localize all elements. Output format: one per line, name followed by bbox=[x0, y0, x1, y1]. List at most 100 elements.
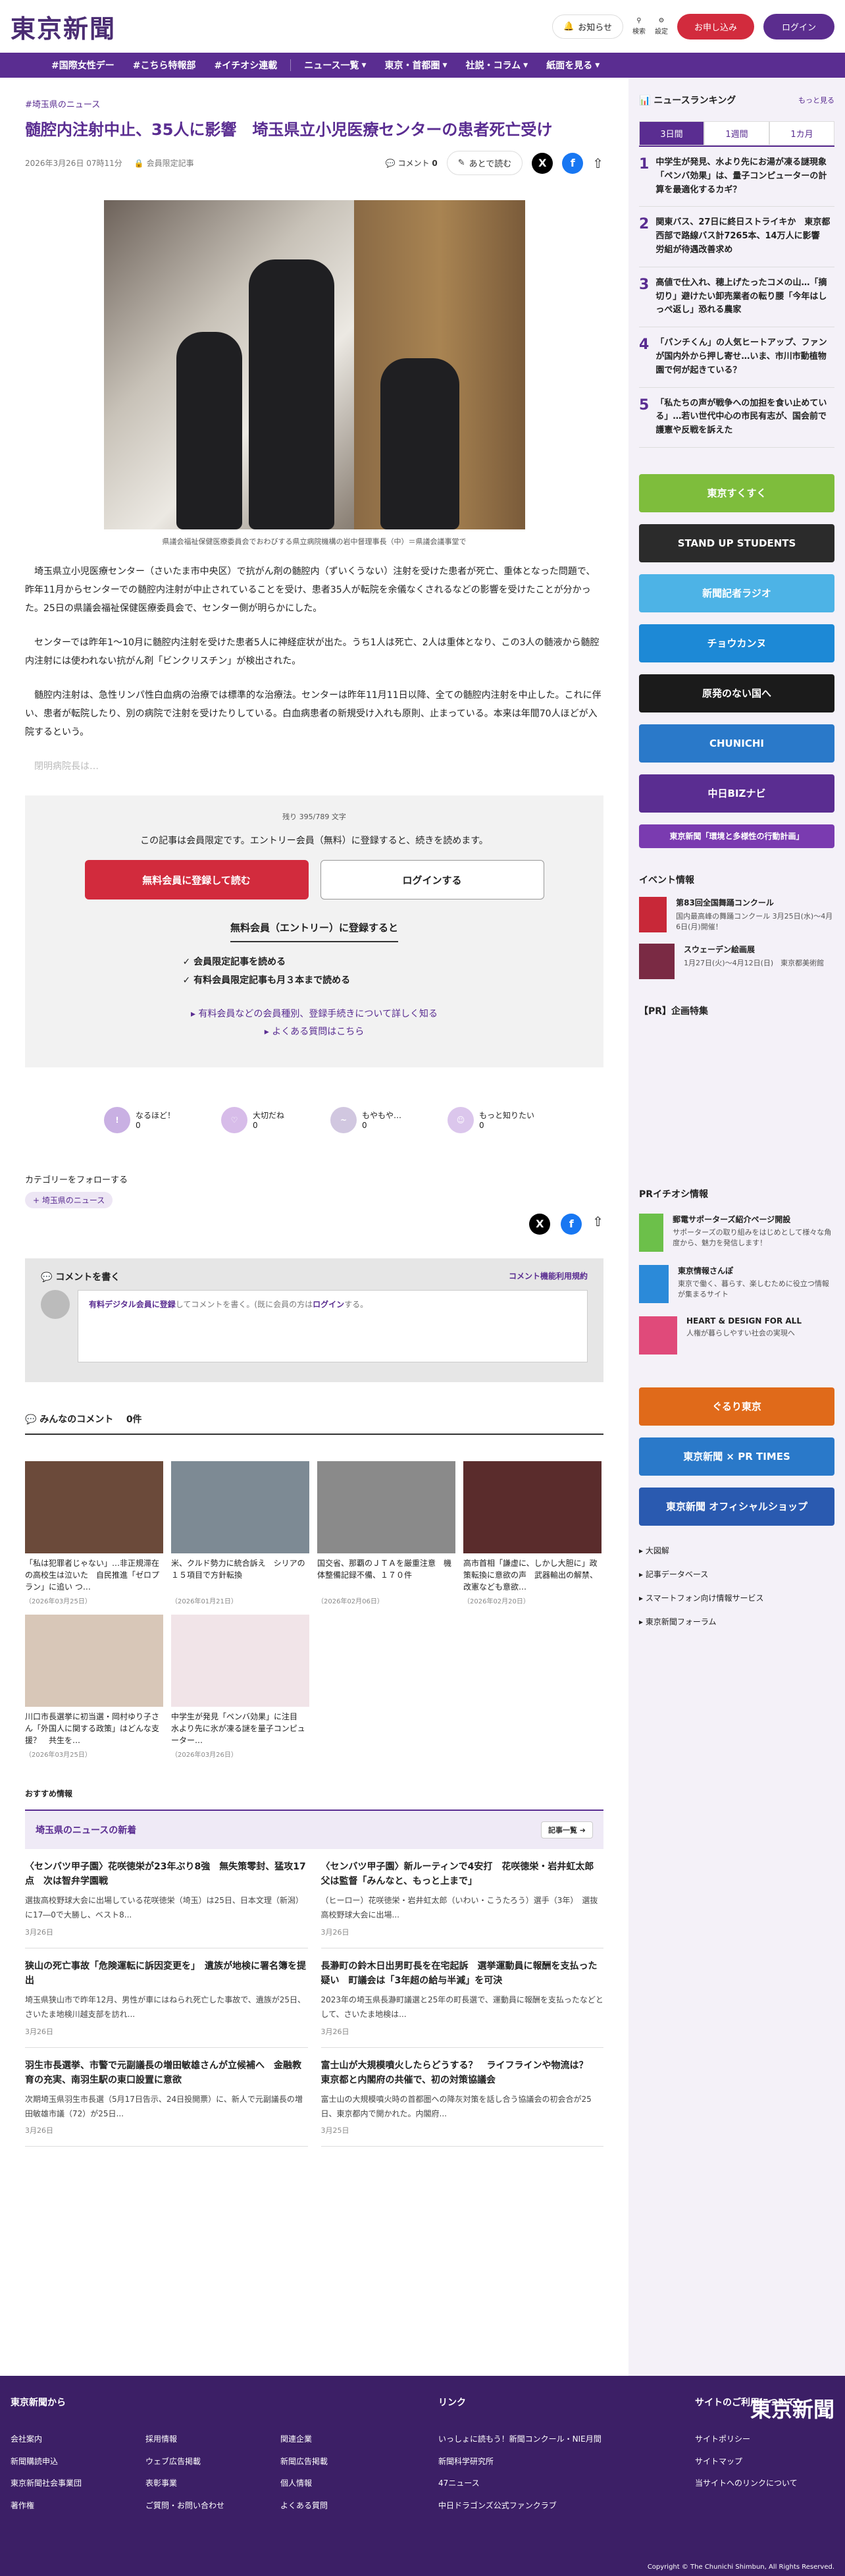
tab-3days[interactable]: 3日間 bbox=[639, 121, 704, 146]
nav-item-special-report[interactable]: #こちら特報部 bbox=[125, 59, 204, 72]
share-icon[interactable]: ⇧ bbox=[592, 155, 603, 171]
sidebar-link-label: スマートフォン向け情報サービス bbox=[645, 1593, 764, 1603]
footer-link[interactable]: 中日ドラゴンズ公式ファンクラブ bbox=[438, 2495, 695, 2517]
nav-item-womens-day[interactable]: #国際女性デー bbox=[43, 59, 122, 72]
footer-link[interactable]: いっしょに読もう！新聞コンクール・NIE月間 bbox=[438, 2428, 695, 2451]
footer-link[interactable]: 47ニュース bbox=[438, 2473, 695, 2495]
pr-item[interactable]: 郵電サポーターズ紹介ページ開設 サポーターズの取り組みをはじめとして様々な角度から… bbox=[639, 1213, 834, 1252]
footer-link[interactable]: 関連企業 bbox=[280, 2428, 415, 2451]
footer-logo[interactable]: 東京新聞 bbox=[750, 2393, 834, 2423]
ranking-item[interactable]: 3 高値で仕入れ、穂上げたったコメの山…「摘切り」避けたい卸売業者の転り腰「今年は… bbox=[639, 267, 834, 328]
thumbnail-card[interactable]: 国交省、那覇のＪＴＡを厳重注意 機体整備記録不備、１７０件 （2026年02月06… bbox=[317, 1461, 455, 1605]
faq-link[interactable]: ▸ よくある質問はこちら bbox=[83, 1023, 546, 1041]
banner-pr-times[interactable]: 東京新聞 × PR TIMES bbox=[639, 1437, 834, 1476]
reaction-taisetsu[interactable]: ♡ 大切だね 0 bbox=[221, 1106, 284, 1133]
membership-info-link[interactable]: ▸ 有料会員などの会員種別、登録手続きについて詳しく知る bbox=[83, 1006, 546, 1023]
footer-link[interactable]: 著作権 bbox=[11, 2495, 145, 2517]
facebook-share-icon[interactable]: f bbox=[562, 152, 584, 174]
breadcrumb[interactable]: #埼玉県のニュース bbox=[25, 97, 603, 110]
follow-tag[interactable]: + 埼玉県のニュース bbox=[25, 1191, 113, 1208]
banner-gururi[interactable]: ぐるり東京 bbox=[639, 1387, 834, 1426]
comment-rules-link[interactable]: コメント機能利用規約 bbox=[509, 1270, 588, 1283]
login-button[interactable]: ログイン bbox=[763, 13, 834, 40]
nav-item-editorial[interactable]: 社説・コラム ▾ bbox=[458, 59, 536, 72]
nav-item-tokyo[interactable]: 東京・首都圏 ▾ bbox=[377, 59, 455, 72]
article-list-button[interactable]: 記事一覧 ➜ bbox=[540, 1821, 593, 1838]
notice-button[interactable]: 🔔 お知らせ bbox=[552, 14, 623, 39]
news-item[interactable]: 富士山が大規模噴火したらどうする？ ライフラインや物流は？ 東京都と内閣府の共催… bbox=[320, 2048, 603, 2147]
sidebar-link[interactable]: ▸ スマートフォン向け情報サービス bbox=[639, 1586, 834, 1610]
banner-stand-up[interactable]: STAND UP STUDENTS bbox=[639, 523, 834, 562]
ranking-item[interactable]: 4 「パンチくん」の人気ヒートアップ、ファンが国内外から押し寄せ…いま、市川市動植… bbox=[639, 327, 834, 388]
comment-link[interactable]: 💬 コメント 0 bbox=[386, 157, 438, 169]
thumbnail-card[interactable]: 米、クルド勢力に統合訴え シリアの１５項目で方針転換 （2026年01月21日） bbox=[171, 1461, 309, 1605]
settings-button[interactable]: ⚙ 設定 bbox=[655, 17, 668, 36]
news-item[interactable]: 羽生市長選挙、市警で元副議長の増田敏雄さんが立候補へ 金融教育の充実、南羽生駅の… bbox=[25, 2048, 308, 2147]
footer-link[interactable]: 新聞科学研究所 bbox=[438, 2451, 695, 2473]
thumbnail-card[interactable]: 「私は犯罪者じゃない」…非正規滞在の高校生は泣いた 自民推進「ゼロプラン」に追い… bbox=[25, 1461, 163, 1605]
thumbnail-card[interactable]: 高市首相「謙虚に、しかし大胆に」政策転換に意欲の声 武器輸出の解禁、改憲なども意… bbox=[463, 1461, 602, 1605]
paywall: 残り 395/789 文字 この記事は会員限定です。エントリー会員（無料）に登録… bbox=[25, 795, 603, 1067]
banner-chokanne[interactable]: チョウカンヌ bbox=[639, 624, 834, 662]
footer-link[interactable]: ご質問・お問い合わせ bbox=[145, 2495, 280, 2517]
register-button[interactable]: 無料会員に登録して読む bbox=[84, 860, 309, 900]
footer-link[interactable]: よくある質問 bbox=[280, 2495, 415, 2517]
read-later-button[interactable]: ✎ あとで読む bbox=[446, 151, 523, 176]
news-item[interactable]: 〈センバツ甲子園〉新ルーティンで4安打 花咲徳栄・岩井虹太郎 父は監督「みんなと… bbox=[320, 1849, 603, 1948]
thumbnail-card[interactable]: 川口市長選挙に初当選・岡村ゆり子さん「外国人に関する政策」はどんな支援？ 共生を… bbox=[25, 1614, 163, 1759]
paywall-login-button[interactable]: ログインする bbox=[320, 860, 544, 900]
footer-link[interactable]: 新聞購読申込 bbox=[11, 2451, 145, 2473]
search-button[interactable]: ⚲ 検索 bbox=[632, 17, 646, 36]
comment-textarea[interactable]: 有料デジタル会員に登録してコメントを書く。(既に会員の方はログインする。 bbox=[78, 1289, 588, 1362]
footer-link[interactable]: 個人情報 bbox=[280, 2473, 415, 2495]
news-item[interactable]: 〈センバツ甲子園〉花咲徳栄が23年ぶり8強 無失策零封、猛攻17点 次は智弁学園… bbox=[25, 1849, 308, 1948]
apply-button[interactable]: お申し込み bbox=[677, 13, 754, 40]
sidebar-link[interactable]: ▸ 東京新聞フォーラム bbox=[639, 1610, 834, 1634]
tab-1week[interactable]: 1週間 bbox=[704, 121, 769, 146]
thumbnail-card[interactable]: 中学生が発見「ペンバ効果」に注目 水より先に氷が凍る謎を量子コンピューター… （2… bbox=[171, 1614, 309, 1759]
share-icon[interactable]: ⇧ bbox=[592, 1214, 603, 1235]
event-item[interactable]: スウェーデン絵画展 1月27日(火)〜4月12日(日) 東京都美術館 bbox=[639, 943, 834, 979]
footer-link[interactable]: 東京新聞社会事業団 bbox=[11, 2473, 145, 2495]
event-item[interactable]: 第83回全国舞踊コンクール 国内最高峰の舞踊コンクール 3月25日(水)〜4月6日… bbox=[639, 896, 834, 933]
banner-diversity[interactable]: 東京新聞「環境と多様性の行動計画」 bbox=[639, 824, 834, 848]
banner-biz-navi[interactable]: 中日BIZナビ bbox=[639, 774, 834, 813]
ranking-more-link[interactable]: もっと見る bbox=[798, 95, 834, 105]
ranking-item[interactable]: 1 中学生が発見、水より先にお湯が凍る謎現象「ペンバ効果」は、量子コンピューターの… bbox=[639, 147, 834, 207]
footer-link[interactable]: サイトマップ bbox=[695, 2451, 833, 2473]
footer-link[interactable]: サイトポリシー bbox=[695, 2428, 833, 2451]
paid-register-link[interactable]: 有料デジタル会員に登録 bbox=[89, 1300, 176, 1309]
banner-shop[interactable]: 東京新聞 オフィシャルショップ bbox=[639, 1487, 834, 1526]
nav-item-series[interactable]: #イチオシ連載 bbox=[206, 59, 285, 72]
reaction-motto[interactable]: ☺ もっと知りたい 0 bbox=[448, 1106, 534, 1133]
ranking-item[interactable]: 2 関東バス、27日に終日ストライキか 東京都西部で路線バス計7265本、14万人… bbox=[639, 207, 834, 267]
banner-no-nuclear[interactable]: 原発のない国へ bbox=[639, 674, 834, 712]
pr-item[interactable]: HEART & DESIGN FOR ALL 人権が暮らしやすい社会の実現へ bbox=[639, 1316, 834, 1355]
footer-link[interactable]: 新聞広告掲載 bbox=[280, 2451, 415, 2473]
banner-chunichi[interactable]: CHUNICHI bbox=[639, 724, 834, 763]
reaction-naruhodo[interactable]: ! なるほど！ 0 bbox=[104, 1106, 175, 1133]
ranking-item[interactable]: 5 「私たちの声が戦争への加担を食い止めている」…若い世代中心の市民有志が、国会前… bbox=[639, 388, 834, 448]
site-logo[interactable]: 東京新聞 bbox=[11, 9, 116, 45]
footer-link[interactable]: 会社案内 bbox=[11, 2428, 145, 2451]
footer-link[interactable]: 当サイトへのリンクについて bbox=[695, 2473, 833, 2495]
facebook-share-icon[interactable]: f bbox=[561, 1213, 582, 1235]
banner-sukusuku[interactable]: 東京すくすく bbox=[639, 473, 834, 512]
banner-radio[interactable]: 新聞記者ラジオ bbox=[639, 574, 834, 612]
nav-item-paper[interactable]: 紙面を見る ▾ bbox=[538, 59, 607, 72]
footer-link[interactable]: 表彰事業 bbox=[145, 2473, 280, 2495]
sidebar-link[interactable]: ▸ 大図解 bbox=[639, 1539, 834, 1563]
reaction-moyamoya[interactable]: ~ もやもや… 0 bbox=[330, 1106, 401, 1133]
news-item[interactable]: 長瀞町の鈴木日出男町長を在宅起訴 選挙運動員に報酬を支払った疑い 町議会は「3年… bbox=[320, 1948, 603, 2048]
tab-1month[interactable]: 1カ月 bbox=[769, 121, 834, 146]
comment-login-link[interactable]: ログイン bbox=[313, 1300, 344, 1309]
footer-link[interactable]: ウェブ広告掲載 bbox=[145, 2451, 280, 2473]
sidebar-link[interactable]: ▸ 記事データベース bbox=[639, 1563, 834, 1586]
x-share-icon[interactable]: X bbox=[529, 1213, 551, 1235]
pr-item[interactable]: 東京情報さんぽ 東京で働く、暮らす、楽しむために役立つ情報が集まるサイト bbox=[639, 1264, 834, 1303]
x-share-icon[interactable]: X bbox=[532, 152, 553, 174]
nav-item-news-list[interactable]: ニュース一覧 ▾ bbox=[296, 59, 374, 72]
footer-link[interactable]: 採用情報 bbox=[145, 2428, 280, 2451]
search-icon: ⚲ bbox=[636, 17, 642, 24]
news-item[interactable]: 狭山の死亡事故「危険運転に訴因変更を」 遺族が地検に署名簿を提出 埼玉県狭山市で昨… bbox=[25, 1948, 308, 2048]
